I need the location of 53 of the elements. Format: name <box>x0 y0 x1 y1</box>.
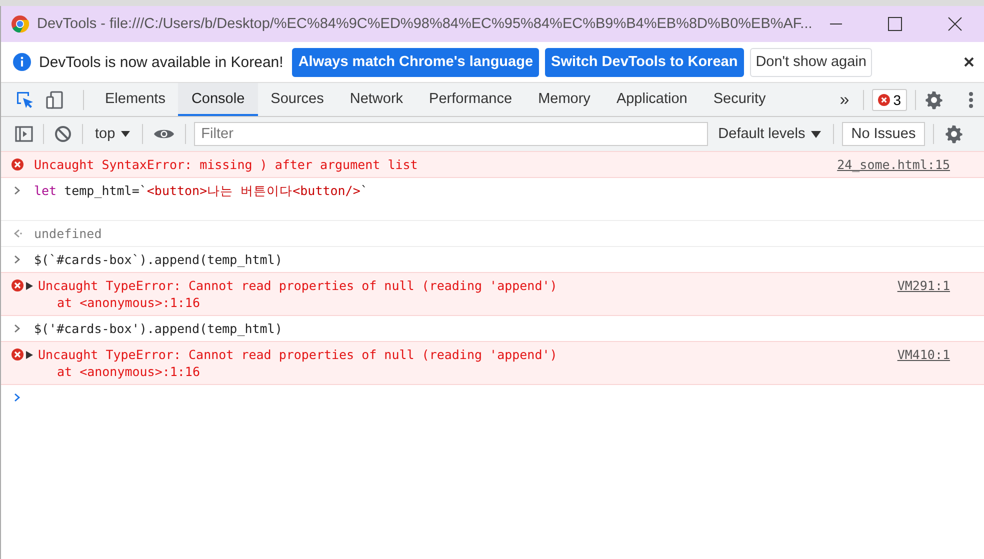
return-arrow-icon <box>11 227 24 240</box>
more-options-icon[interactable] <box>968 90 974 108</box>
command-text: $('#cards-box').append(temp_html) <box>34 320 282 337</box>
eye-icon[interactable] <box>153 127 176 141</box>
dropdown-caret-icon <box>121 131 130 137</box>
dropdown-caret-icon <box>811 130 822 138</box>
panel-tab[interactable]: Elements <box>92 83 178 116</box>
more-tabs-button[interactable]: » <box>834 90 856 110</box>
issues-button[interactable]: No Issues <box>842 122 925 146</box>
settings-icon[interactable] <box>944 124 964 144</box>
panel-tab[interactable]: Application <box>603 83 700 116</box>
close-icon[interactable] <box>964 57 974 67</box>
error-icon <box>878 94 890 106</box>
infobar-button[interactable]: Always match Chrome's language <box>292 48 540 76</box>
expand-triangle-icon[interactable] <box>26 350 33 358</box>
source-link[interactable]: 24_some.html:15 <box>837 156 950 173</box>
error-icon <box>11 348 24 361</box>
console-output: undefined <box>34 225 102 242</box>
panel-tab[interactable]: Performance <box>416 83 526 116</box>
maximize-icon[interactable] <box>888 17 902 31</box>
clear-console-icon[interactable] <box>54 125 72 143</box>
infobar-button[interactable]: Switch DevTools to Korean <box>545 48 744 76</box>
window-title: DevTools - file:///C:/Users/b/Desktop/%EC%84%9C%ED%98%84%EC%95%84%EC%B9%B4%EB%8D%B0%EB%AF... <box>37 16 812 32</box>
info-message: DevTools is now available in Korean! <box>39 54 284 70</box>
infobar-button[interactable]: Don't show again <box>750 48 872 76</box>
settings-icon[interactable] <box>924 90 944 110</box>
source-link[interactable]: VM410:1 <box>897 346 950 363</box>
panel-tab[interactable]: Sources <box>258 83 337 116</box>
device-toolbar-icon[interactable] <box>45 90 65 110</box>
context-selector[interactable]: top <box>91 126 134 142</box>
stack-trace: at <anonymous>:1:16 <box>56 294 201 311</box>
close-icon[interactable] <box>948 17 962 31</box>
error-count-button[interactable]: 3 <box>872 88 907 110</box>
error-icon <box>11 279 24 292</box>
panel-tab[interactable]: Network <box>336 83 416 116</box>
panel-tab[interactable]: Security <box>700 83 779 116</box>
stack-trace: at <anonymous>:1:16 <box>56 363 201 380</box>
error-message: Uncaught TypeError: Cannot read properties of null (reading 'append') <box>38 277 558 294</box>
panel-tab[interactable]: Memory <box>525 83 604 116</box>
error-message: Uncaught TypeError: Cannot read properties of null (reading 'append') <box>38 346 558 363</box>
inspect-icon[interactable] <box>15 90 35 110</box>
source-link[interactable]: VM291:1 <box>897 277 950 294</box>
info-icon <box>13 53 31 71</box>
command-text: let temp_html=`<button>나는 버튼이다<button/>` <box>34 182 368 200</box>
panel-tab[interactable]: Console <box>178 83 258 116</box>
error-icon <box>11 158 24 171</box>
expand-triangle-icon[interactable] <box>26 282 33 290</box>
sidebar-toggle-icon[interactable] <box>15 126 33 142</box>
command-text: $(`#cards-box`).append(temp_html) <box>34 251 282 268</box>
log-levels-dropdown[interactable]: Default levels <box>714 126 826 142</box>
chrome-logo-icon <box>11 15 29 33</box>
error-message: Uncaught SyntaxError: missing ) after argument list <box>34 156 418 173</box>
filter-field[interactable]: Filter <box>194 122 708 146</box>
